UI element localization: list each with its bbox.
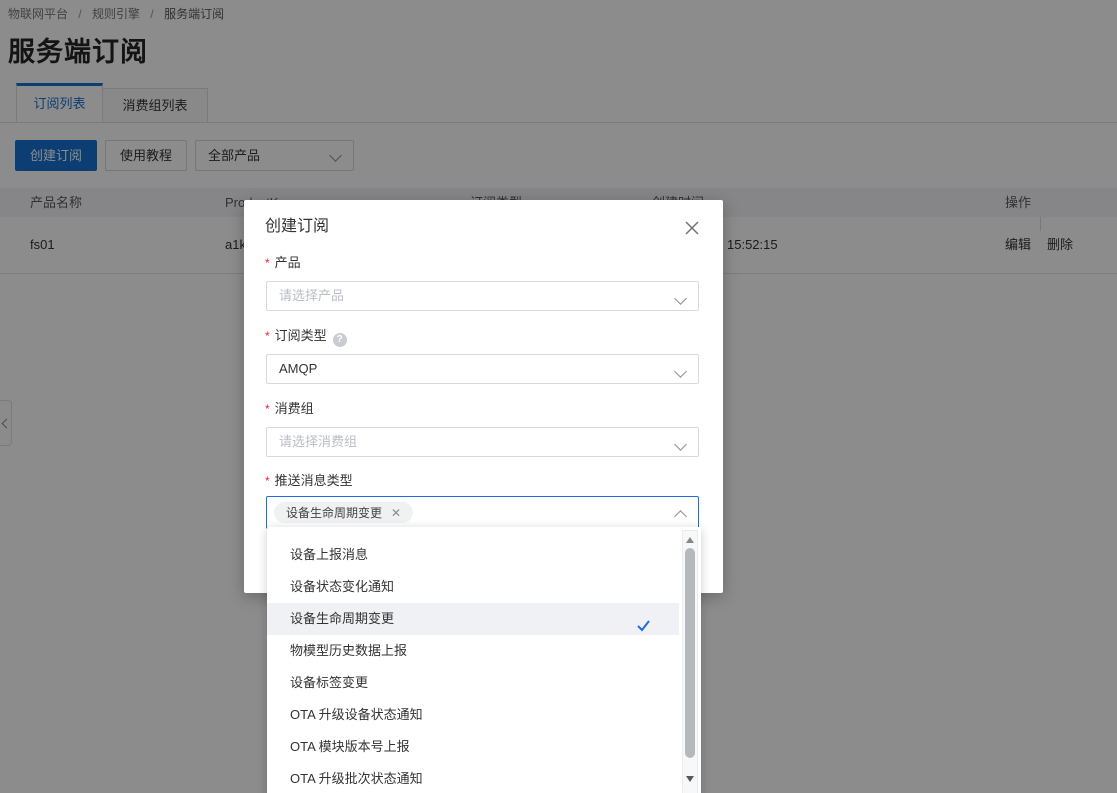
consumer-group-select[interactable]: 请选择消费组 bbox=[266, 427, 699, 457]
option-device-report-message[interactable]: 设备上报消息 bbox=[267, 539, 679, 571]
option-ota-device-status[interactable]: OTA 升级设备状态通知 bbox=[267, 699, 679, 731]
required-mark: * bbox=[265, 402, 270, 416]
subscription-type-field-label: *订阅类型? bbox=[265, 325, 347, 347]
required-mark: * bbox=[265, 256, 270, 270]
scroll-up-arrow-icon[interactable] bbox=[686, 537, 694, 543]
consumer-group-field-label: *消费组 bbox=[265, 398, 314, 417]
close-icon[interactable] bbox=[683, 219, 701, 237]
option-device-status-change[interactable]: 设备状态变化通知 bbox=[267, 571, 679, 603]
push-message-type-field-label: *推送消息类型 bbox=[265, 470, 353, 489]
required-mark: * bbox=[265, 474, 270, 488]
subscription-type-select[interactable]: AMQP bbox=[266, 354, 699, 384]
scrollbar-thumb[interactable] bbox=[685, 548, 695, 758]
chevron-down-icon bbox=[674, 292, 687, 305]
scroll-down-arrow-icon[interactable] bbox=[686, 776, 694, 782]
option-ota-module-version[interactable]: OTA 模块版本号上报 bbox=[267, 731, 679, 763]
tag-remove-icon[interactable]: ✕ bbox=[391, 507, 401, 519]
option-device-lifecycle-change[interactable]: 设备生命周期变更 bbox=[267, 603, 679, 635]
selected-tag: 设备生命周期变更 ✕ bbox=[274, 502, 413, 523]
chevron-up-icon bbox=[674, 510, 687, 523]
question-circle-icon[interactable]: ? bbox=[333, 333, 347, 347]
selected-tag-label: 设备生命周期变更 bbox=[286, 504, 382, 521]
required-mark: * bbox=[265, 329, 270, 343]
iot-console-page: 物联网平台 / 规则引擎 / 服务端订阅 服务端订阅 订阅列表 消费组列表 创建… bbox=[0, 0, 1117, 793]
consumer-group-placeholder: 请选择消费组 bbox=[279, 428, 357, 456]
option-device-tag-change[interactable]: 设备标签变更 bbox=[267, 667, 679, 699]
subscription-type-value: AMQP bbox=[279, 355, 317, 383]
product-select-placeholder: 请选择产品 bbox=[279, 282, 344, 310]
option-thing-model-history[interactable]: 物模型历史数据上报 bbox=[267, 635, 679, 667]
chevron-down-icon bbox=[674, 438, 687, 451]
push-message-type-dropdown: 设备上报消息 设备状态变化通知 设备生命周期变更 物模型历史数据上报 设备标签变… bbox=[267, 527, 701, 793]
option-ota-batch-status[interactable]: OTA 升级批次状态通知 bbox=[267, 763, 679, 793]
modal-title: 创建订阅 bbox=[265, 212, 329, 236]
dropdown-scrollbar[interactable] bbox=[682, 530, 698, 793]
chevron-down-icon bbox=[674, 365, 687, 378]
push-message-type-multiselect[interactable]: 设备生命周期变更 ✕ bbox=[266, 496, 699, 529]
product-select[interactable]: 请选择产品 bbox=[266, 281, 699, 311]
product-field-label: *产品 bbox=[265, 252, 301, 271]
